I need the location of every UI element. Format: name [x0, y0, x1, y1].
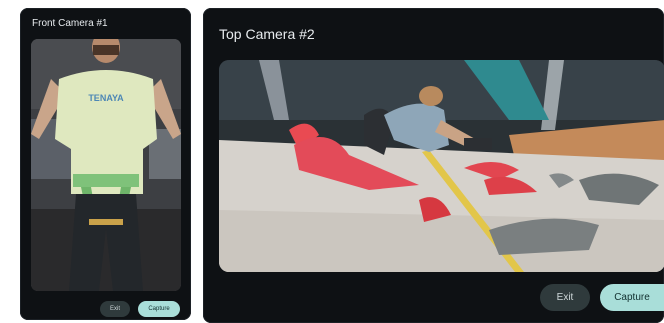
camera-feed-top: [219, 60, 664, 272]
capture-button[interactable]: Capture: [600, 284, 664, 311]
shirt-logo-text: TENAYA: [88, 93, 124, 103]
exit-button[interactable]: Exit: [100, 301, 130, 317]
camera-title: Top Camera #2: [219, 26, 315, 42]
front-camera-image: TENAYA: [31, 39, 181, 291]
camera-title: Front Camera #1: [32, 18, 108, 29]
camera-panel-front: Front Camera #1 TENAYA Exit Capture: [20, 8, 191, 320]
exit-button[interactable]: Exit: [540, 284, 590, 311]
top-camera-image: [219, 60, 664, 272]
capture-button[interactable]: Capture: [138, 301, 180, 317]
camera-panel-top: Top Camera #2 Exit Capture: [203, 8, 664, 323]
camera-feed-front: TENAYA: [31, 39, 181, 291]
